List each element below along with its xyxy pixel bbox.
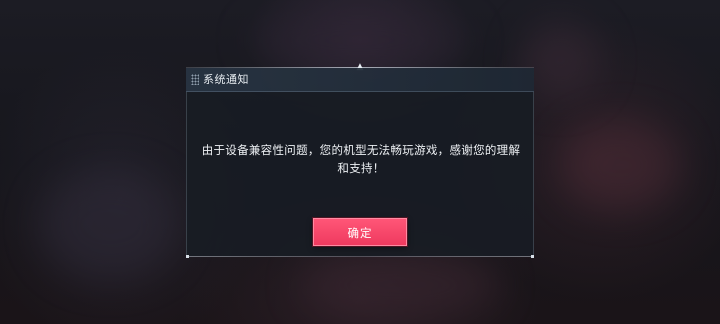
background-blur-shape [250, 10, 470, 70]
dialog-message: 由于设备兼容性问题，您的机型无法畅玩游戏，感谢您的理解和支持！ [201, 143, 521, 175]
dialog-title-bar: 系统通知 [186, 68, 534, 92]
game-background: ▲ 系统通知 由于设备兼容性问题，您的机型无法畅玩游戏，感谢您的理解和支持！ 确… [0, 0, 720, 324]
background-blur-shape [40, 170, 180, 280]
system-notice-dialog: ▲ 系统通知 由于设备兼容性问题，您的机型无法畅玩游戏，感谢您的理解和支持！ 确… [186, 62, 534, 258]
dialog-bottom-border [186, 256, 534, 257]
background-blur-shape [560, 120, 680, 210]
corner-tick [531, 255, 534, 258]
corner-tick [186, 255, 189, 258]
dialog-title: 系统通知 [203, 73, 249, 86]
confirm-button[interactable]: 确定 [313, 218, 407, 246]
grip-dots-icon [191, 74, 199, 85]
background-blur-shape [300, 250, 500, 320]
dialog-body: 由于设备兼容性问题，您的机型无法畅玩游戏，感谢您的理解和支持！ 确定 [186, 92, 534, 256]
